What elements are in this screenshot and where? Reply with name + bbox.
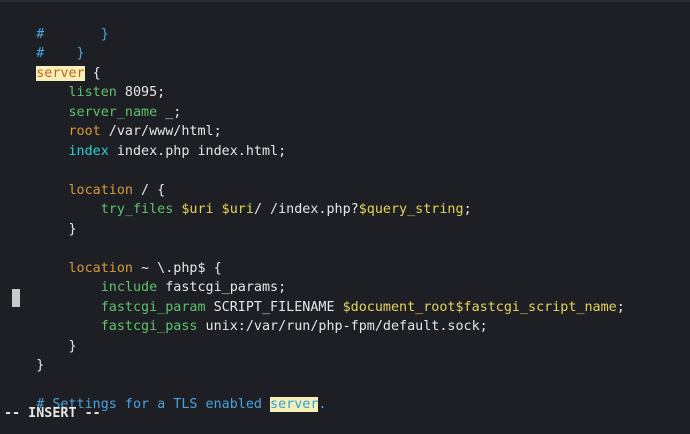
code-line-6: root /var/www/html; — [4, 103, 222, 139]
code-line-2: # } — [4, 25, 84, 61]
brace: } — [36, 358, 45, 373]
directive-value: unix:/var/run/php-fpm/default.sock; — [197, 319, 488, 334]
directive-fastcgi-pass: fastcgi_pass — [100, 319, 198, 334]
code-line-17: } — [4, 317, 77, 354]
vim-editor[interactable]: # } # } server { listen 8095; server_nam… — [0, 0, 690, 421]
code-line-20: # Settings for a TLS enabled server. — [4, 376, 326, 412]
directive-index: index — [68, 143, 109, 159]
code-line-7: index index.php index.html; — [4, 122, 287, 159]
comment-dot: . — [318, 397, 327, 412]
text-cursor — [12, 289, 20, 307]
code-line-4: listen 8095; — [4, 64, 166, 100]
search-match-server: server — [270, 397, 319, 412]
code-line-14: include fastcgi_params; — [4, 259, 286, 295]
code-line-1: # } — [4, 5, 109, 42]
code-line-11: } — [4, 200, 77, 237]
code-line-5: server_name _; — [4, 83, 182, 120]
mode-indicator: -- INSERT -- — [4, 406, 101, 421]
directive-value: / /index.php? — [253, 202, 359, 217]
code-line-15: fastcgi_param SCRIPT_FILENAME $document_… — [4, 278, 625, 315]
variable-uri: $uri — [173, 202, 214, 217]
brace: } — [68, 221, 77, 237]
semicolon: ; — [616, 299, 625, 315]
semicolon: ; — [463, 202, 472, 217]
variable-uri: $uri — [213, 202, 254, 217]
code-line-3: server { — [4, 44, 101, 81]
code-line-16: fastcgi_pass unix:/var/run/php-fpm/defau… — [4, 298, 488, 334]
code-line-9: location / { — [4, 161, 166, 198]
code-line-10: try_files $uri $uri/ /index.php?$query_s… — [4, 181, 472, 217]
code-line-13: location ~ \.php$ { — [4, 239, 222, 276]
code-line-18: } — [4, 337, 44, 373]
directive-value: index.php index.html; — [108, 143, 287, 159]
variable-query-string: $query_string — [358, 202, 464, 217]
brace: } — [68, 338, 77, 354]
directive-try-files: try_files — [100, 202, 174, 217]
